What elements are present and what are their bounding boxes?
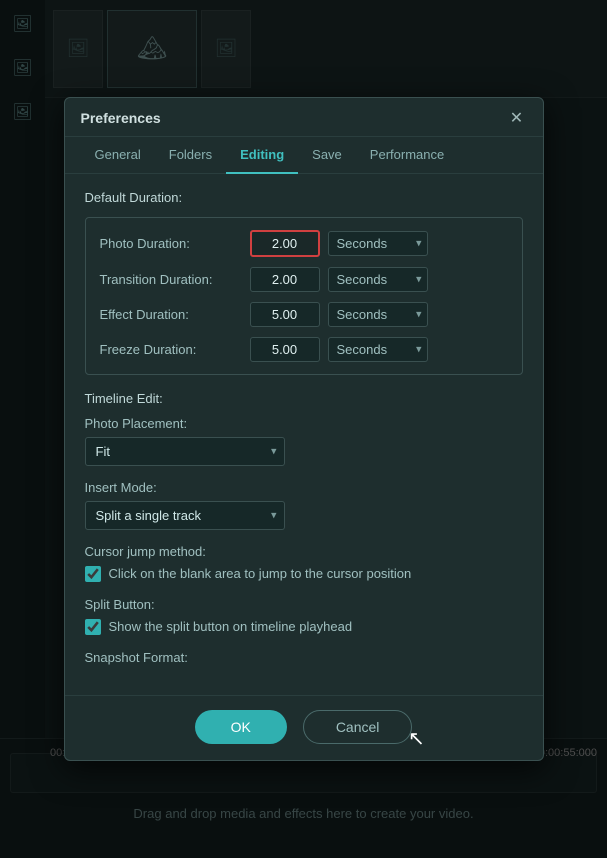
freeze-duration-unit-select[interactable]: Seconds Frames Milliseconds [328, 337, 428, 362]
effect-duration-label: Effect Duration: [100, 307, 250, 322]
cursor-jump-text: Click on the blank area to jump to the c… [109, 565, 412, 583]
dialog-tabs: General Folders Editing Save Performance [65, 137, 543, 174]
split-button-checkbox-row: Show the split button on timeline playhe… [85, 618, 523, 636]
effect-duration-row: Effect Duration: Seconds Frames Millisec… [100, 302, 508, 327]
insert-mode-select[interactable]: Split a single track Split all tracks In… [85, 501, 285, 530]
photo-duration-label: Photo Duration: [100, 236, 250, 251]
dialog-title: Preferences [81, 110, 161, 126]
split-button-checkbox[interactable] [85, 619, 101, 635]
dialog-header: Preferences ✕ [65, 98, 543, 137]
photo-duration-row: Photo Duration: Seconds Frames Milliseco… [100, 230, 508, 257]
snapshot-format-group: Snapshot Format: [85, 650, 523, 665]
photo-placement-group: Photo Placement: Fit Fill Stretch Crop [85, 416, 523, 466]
split-button-group: Split Button: Show the split button on t… [85, 597, 523, 636]
tab-general[interactable]: General [81, 137, 155, 174]
split-button-text: Show the split button on timeline playhe… [109, 618, 353, 636]
tab-editing[interactable]: Editing [226, 137, 298, 174]
tab-save[interactable]: Save [298, 137, 356, 174]
cursor-jump-group: Cursor jump method: Click on the blank a… [85, 544, 523, 583]
preferences-dialog: Preferences ✕ General Folders Editing Sa… [64, 97, 544, 761]
cursor-jump-checkbox-row: Click on the blank area to jump to the c… [85, 565, 523, 583]
insert-mode-group: Insert Mode: Split a single track Split … [85, 480, 523, 530]
ok-button[interactable]: OK [195, 710, 287, 744]
section-timeline-edit: Timeline Edit: [85, 391, 523, 406]
cursor-jump-label: Cursor jump method: [85, 544, 523, 559]
photo-placement-select-wrapper: Fit Fill Stretch Crop [85, 437, 285, 466]
freeze-duration-unit-wrapper: Seconds Frames Milliseconds [328, 337, 428, 362]
insert-mode-select-wrapper: Split a single track Split all tracks In… [85, 501, 285, 530]
freeze-duration-label: Freeze Duration: [100, 342, 250, 357]
transition-duration-input[interactable] [250, 267, 320, 292]
transition-duration-label: Transition Duration: [100, 272, 250, 287]
transition-duration-unit-wrapper: Seconds Frames Milliseconds [328, 267, 428, 292]
split-button-label: Split Button: [85, 597, 523, 612]
dialog-body: Default Duration: Photo Duration: Second… [65, 174, 543, 695]
cursor-jump-checkbox[interactable] [85, 566, 101, 582]
photo-duration-input[interactable] [250, 230, 320, 257]
tab-performance[interactable]: Performance [356, 137, 458, 174]
transition-duration-row: Transition Duration: Seconds Frames Mill… [100, 267, 508, 292]
photo-duration-unit-wrapper: Seconds Frames Milliseconds [328, 231, 428, 256]
freeze-duration-input[interactable] [250, 337, 320, 362]
effect-duration-unit-wrapper: Seconds Frames Milliseconds [328, 302, 428, 327]
close-button[interactable]: ✕ [507, 108, 527, 128]
tab-folders[interactable]: Folders [155, 137, 226, 174]
duration-group: Photo Duration: Seconds Frames Milliseco… [85, 217, 523, 375]
freeze-duration-row: Freeze Duration: Seconds Frames Millisec… [100, 337, 508, 362]
effect-duration-input[interactable] [250, 302, 320, 327]
dialog-footer: OK Cancel [65, 695, 543, 760]
photo-placement-label: Photo Placement: [85, 416, 523, 431]
section-default-duration: Default Duration: [85, 190, 523, 205]
transition-duration-unit-select[interactable]: Seconds Frames Milliseconds [328, 267, 428, 292]
effect-duration-unit-select[interactable]: Seconds Frames Milliseconds [328, 302, 428, 327]
insert-mode-label: Insert Mode: [85, 480, 523, 495]
cancel-button[interactable]: Cancel [303, 710, 413, 744]
modal-overlay: Preferences ✕ General Folders Editing Sa… [0, 0, 607, 858]
photo-placement-select[interactable]: Fit Fill Stretch Crop [85, 437, 285, 466]
snapshot-format-label: Snapshot Format: [85, 650, 523, 665]
photo-duration-unit-select[interactable]: Seconds Frames Milliseconds [328, 231, 428, 256]
